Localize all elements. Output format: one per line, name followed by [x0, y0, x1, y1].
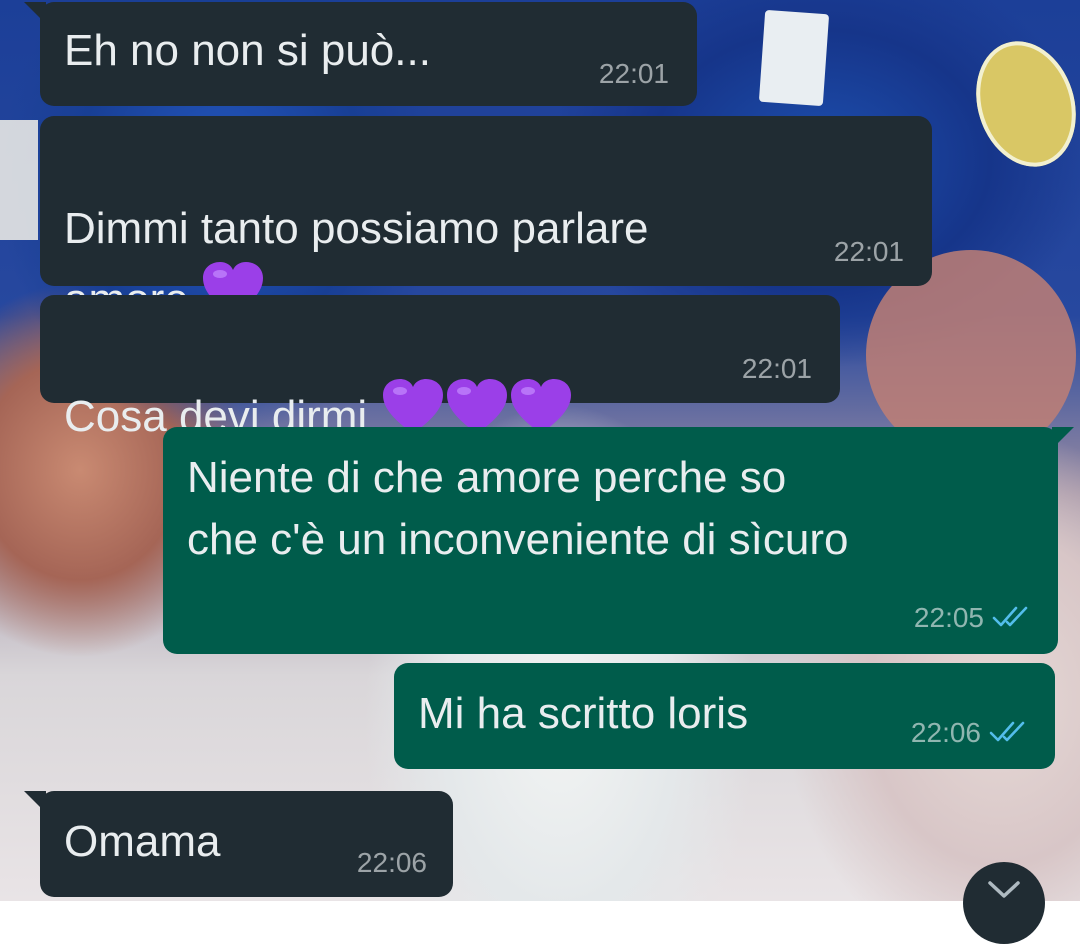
message-bubble-outgoing[interactable]: Niente di che amore perche so che c'è un… [163, 427, 1074, 654]
double-check-read-icon [989, 719, 1029, 751]
message-time: 22:01 [741, 353, 812, 384]
message-bubble-incoming[interactable]: Omama 22:06 [24, 791, 453, 897]
message-text: Omama [64, 817, 221, 866]
message-text: Niente di che amore perche so che c'è un… [187, 453, 849, 564]
message-text: Eh no non si può... [64, 26, 431, 75]
message-bubble-incoming[interactable]: Eh no non si può... 22:01 [24, 2, 697, 106]
message-text: Mi ha scritto loris [418, 689, 749, 738]
wallpaper-accreditation-badge [758, 9, 830, 107]
message-time: 22:01 [833, 236, 904, 267]
message-time: 22:01 [598, 58, 669, 89]
bubble-tail [1052, 427, 1074, 449]
bubble-tail [24, 791, 46, 813]
wallpaper-jersey-patch [960, 28, 1080, 180]
message-bubble-incoming[interactable]: Dimmi tanto possiamo parlare amore 22:01 [40, 116, 932, 324]
message-bubble-outgoing[interactable]: Mi ha scritto loris 22:06 [394, 663, 1055, 769]
double-check-read-icon [992, 604, 1032, 636]
message-bubble-incoming[interactable]: Cosa devi dirmi 22:01 [40, 295, 840, 441]
wallpaper-shirt-detail [0, 120, 38, 240]
scroll-to-bottom-button[interactable] [963, 862, 1045, 944]
bubble-tail [24, 2, 46, 24]
message-time: 22:05 [913, 602, 984, 634]
message-time: 22:06 [356, 847, 427, 878]
chevron-down-icon [987, 880, 1021, 905]
message-time: 22:06 [910, 717, 981, 749]
